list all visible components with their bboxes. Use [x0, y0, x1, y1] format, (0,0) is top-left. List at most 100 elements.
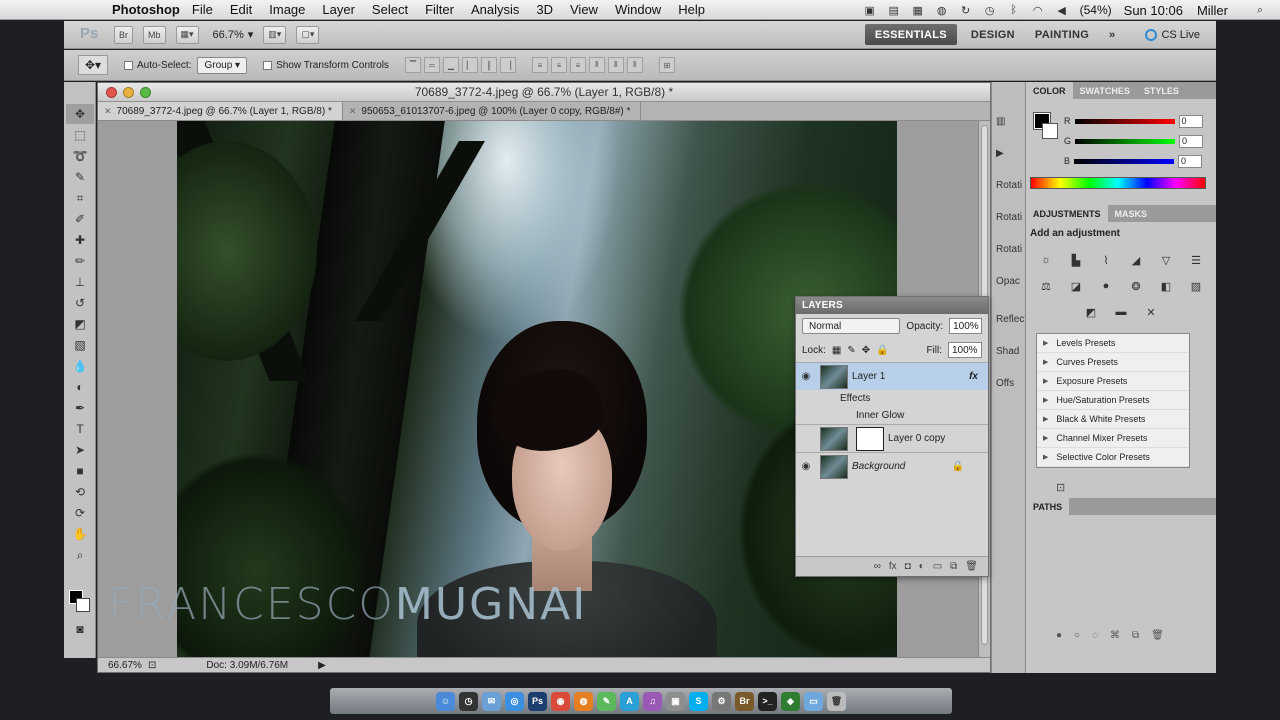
- clip-to-layer-icon[interactable]: ⊡: [1056, 481, 1065, 494]
- lock-all-icon[interactable]: 🔒: [876, 345, 888, 356]
- distribute-vcenter-icon[interactable]: ≡: [550, 57, 567, 73]
- terminal-icon[interactable]: >_: [758, 691, 777, 711]
- dock-label-3[interactable]: Rotati: [994, 236, 1024, 262]
- layer-mask-thumbnail[interactable]: [856, 426, 884, 451]
- view-extras-button[interactable]: ▦▾: [175, 25, 199, 44]
- show-transform-controls-checkbox[interactable]: Show Transform Controls: [263, 60, 389, 71]
- eyedropper-tool-icon[interactable]: ✐: [66, 209, 94, 229]
- status-menu-arrow-icon[interactable]: ▶: [318, 660, 326, 671]
- workspace-design[interactable]: DESIGN: [961, 29, 1025, 41]
- menu-view[interactable]: View: [570, 2, 598, 17]
- bridge-dock-icon[interactable]: Br: [735, 691, 754, 711]
- 3d-rotate-tool-icon[interactable]: ⟲: [66, 482, 94, 502]
- preset-item[interactable]: ▶ Channel Mixer Presets: [1037, 429, 1189, 448]
- layer-effects-row[interactable]: Effects: [796, 390, 988, 407]
- dock-label-5[interactable]: Reflect: [994, 306, 1027, 332]
- preset-item[interactable]: ▶ Hue/Saturation Presets: [1037, 391, 1189, 410]
- menu-image[interactable]: Image: [269, 2, 305, 17]
- workspace-painting[interactable]: PAINTING: [1025, 29, 1099, 41]
- delete-path-icon[interactable]: 🗑: [1151, 630, 1164, 641]
- launch-bridge-button[interactable]: Br: [114, 25, 133, 44]
- posterize-icon[interactable]: ▨: [1187, 277, 1205, 295]
- distribute-top-icon[interactable]: ≡: [531, 57, 548, 73]
- black-white-icon[interactable]: ◪: [1067, 277, 1085, 295]
- close-tab-icon[interactable]: ✕: [104, 106, 112, 117]
- tab-color[interactable]: COLOR: [1026, 82, 1073, 99]
- load-selection-icon[interactable]: ◌: [1092, 630, 1098, 641]
- dock-label-4[interactable]: Opac: [994, 268, 1024, 294]
- bluetooth-icon[interactable]: ᛒ: [1004, 3, 1024, 17]
- layer-row-layer-0-copy[interactable]: Layer 0 copy: [796, 424, 988, 452]
- history-panel-icon[interactable]: ▥: [994, 108, 1024, 134]
- grid-icon[interactable]: ▦: [908, 3, 928, 17]
- add-layer-style-icon[interactable]: fx: [889, 561, 897, 572]
- tab-paths[interactable]: PATHS: [1026, 498, 1070, 515]
- dock-label-1[interactable]: Rotati: [994, 172, 1024, 198]
- preset-item[interactable]: ▶ Exposure Presets: [1037, 372, 1189, 391]
- eraser-tool-icon[interactable]: ◩: [66, 314, 94, 334]
- menu-help[interactable]: Help: [678, 2, 705, 17]
- background-color-chip[interactable]: [1042, 123, 1058, 139]
- gradient-tool-icon[interactable]: ▧: [66, 335, 94, 355]
- close-window-icon[interactable]: [106, 87, 117, 98]
- document-tab-1[interactable]: ✕ 70689_3772-4.jpeg @ 66.7% (Layer 1, RGB…: [98, 102, 343, 120]
- quick-mask-icon[interactable]: ◙: [66, 619, 94, 639]
- messages-icon[interactable]: ✎: [597, 691, 616, 711]
- dashboard-icon[interactable]: ◷: [459, 691, 478, 711]
- tab-adjustments[interactable]: ADJUSTMENTS: [1026, 205, 1108, 222]
- dock-label-7[interactable]: Offs: [994, 370, 1024, 396]
- brush-tool-icon[interactable]: ✏: [66, 251, 94, 271]
- photo-filter-icon[interactable]: ●: [1097, 277, 1115, 295]
- status-info-icon[interactable]: ⊡: [148, 660, 156, 671]
- tool-preset-picker[interactable]: ✥▾: [78, 55, 108, 75]
- battery-status[interactable]: (54%): [1080, 3, 1112, 17]
- layers-panel-header[interactable]: LAYERS: [796, 297, 988, 314]
- finder-icon[interactable]: ☺: [436, 691, 455, 711]
- status-zoom[interactable]: 66.67%: [98, 660, 148, 671]
- layer-row-layer-1[interactable]: ◉ Layer 1 fx: [796, 362, 988, 390]
- red-value[interactable]: 0: [1178, 114, 1203, 128]
- threshold-icon[interactable]: ◩: [1082, 303, 1100, 321]
- background-color-swatch[interactable]: [76, 598, 90, 612]
- globe-icon[interactable]: ◍: [932, 3, 952, 17]
- new-layer-icon[interactable]: ⧉: [950, 561, 957, 572]
- eye-visibility-icon[interactable]: ◉: [796, 371, 816, 382]
- chrome-icon[interactable]: ◉: [551, 691, 570, 711]
- workspace-more-button[interactable]: »: [1099, 29, 1125, 41]
- vibrance-icon[interactable]: ▽: [1157, 251, 1175, 269]
- invert-icon[interactable]: ◧: [1157, 277, 1175, 295]
- selective-color-icon[interactable]: ✕: [1142, 303, 1160, 321]
- new-adjustment-layer-icon[interactable]: ◐: [919, 561, 925, 572]
- distribute-left-icon[interactable]: ⦀: [588, 57, 605, 73]
- blur-tool-icon[interactable]: 💧: [66, 356, 94, 376]
- crop-tool-icon[interactable]: ⌗: [66, 188, 94, 208]
- move-tool-icon[interactable]: ✥: [66, 104, 94, 124]
- exposure-icon[interactable]: ◢: [1127, 251, 1145, 269]
- close-tab-icon[interactable]: ✕: [349, 106, 357, 117]
- firefox-icon[interactable]: ◍: [574, 691, 593, 711]
- blend-mode-dropdown[interactable]: Normal: [802, 318, 901, 334]
- itunes-icon[interactable]: ♫: [643, 691, 662, 711]
- history-brush-tool-icon[interactable]: ↺: [66, 293, 94, 313]
- zoom-tool-icon[interactable]: ⌕: [66, 545, 94, 565]
- menu-file[interactable]: File: [192, 2, 213, 17]
- align-hcenter-icon[interactable]: ║: [480, 57, 497, 73]
- dock-label-2[interactable]: Rotati: [994, 204, 1024, 230]
- new-group-icon[interactable]: ▭: [933, 561, 942, 572]
- auto-select-checkbox[interactable]: Auto-Select:: [124, 60, 191, 71]
- menu-filter[interactable]: Filter: [425, 2, 454, 17]
- distribute-bottom-icon[interactable]: ≡: [569, 57, 586, 73]
- menu-analysis[interactable]: Analysis: [471, 2, 519, 17]
- sync-icon[interactable]: ↻: [956, 3, 976, 17]
- preview-icon[interactable]: ▣: [666, 691, 685, 711]
- spotlight-search-icon[interactable]: ⌕: [1250, 3, 1270, 17]
- dock-label-6[interactable]: Shad: [994, 338, 1024, 364]
- layer-row-background[interactable]: ◉ Background 🔒: [796, 452, 988, 480]
- system-prefs-icon[interactable]: ⚙: [712, 691, 731, 711]
- curves-icon[interactable]: ⌇: [1097, 251, 1115, 269]
- preset-item[interactable]: ▶ Black & White Presets: [1037, 410, 1189, 429]
- link-layers-icon[interactable]: ∞: [874, 561, 881, 572]
- align-left-icon[interactable]: ▏: [461, 57, 478, 73]
- red-slider[interactable]: [1074, 118, 1175, 124]
- preset-item[interactable]: ▶ Selective Color Presets: [1037, 448, 1189, 467]
